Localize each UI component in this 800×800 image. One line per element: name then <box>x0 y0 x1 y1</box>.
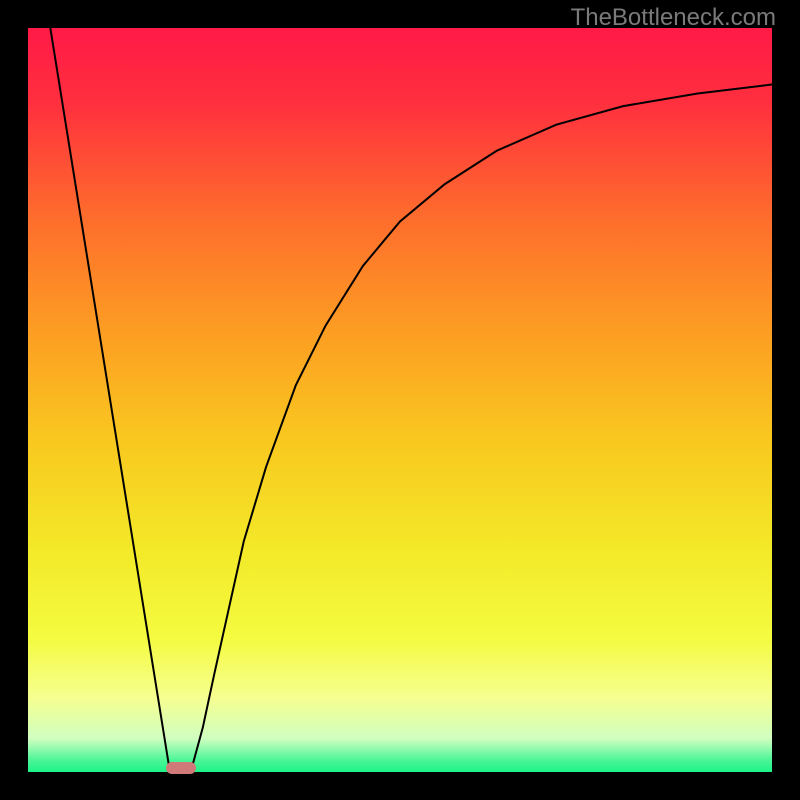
watermark-text: TheBottleneck.com <box>571 4 776 32</box>
chart-svg <box>28 28 772 772</box>
chart-container: TheBottleneck.com <box>0 0 800 800</box>
bottleneck-marker <box>166 762 196 774</box>
chart-background <box>28 28 772 772</box>
plot-area <box>28 28 772 772</box>
